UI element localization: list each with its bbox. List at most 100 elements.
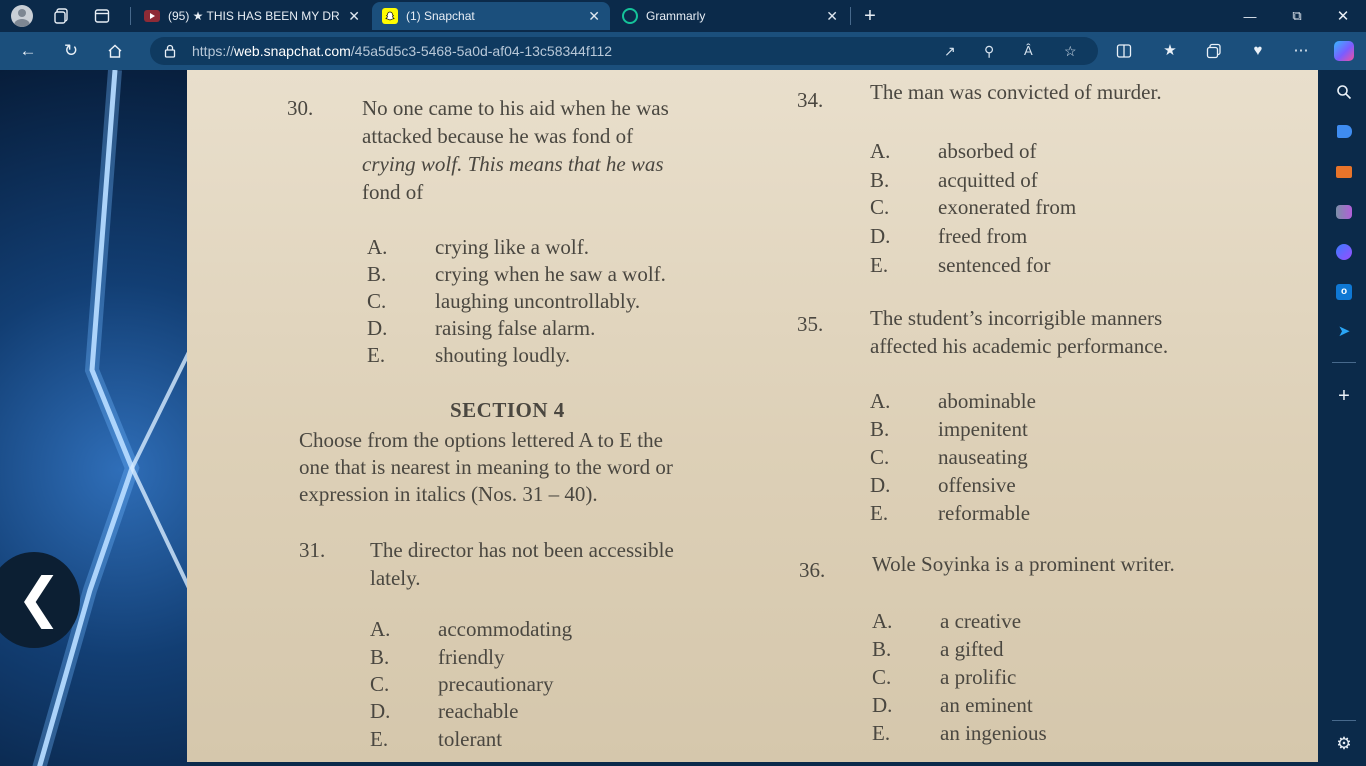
tab-grammarly[interactable]: Grammarly ✕ [612,2,848,30]
refresh-button[interactable]: ↻ [57,39,85,63]
answer-option: A. abominable [870,389,1036,413]
question-text-line: The director has not been accessible [370,538,674,562]
close-tab-icon[interactable]: ✕ [348,8,360,25]
favorites-icon[interactable]: ★ [1156,39,1184,63]
briefcase-icon[interactable] [1332,160,1356,184]
answer-option: E. reformable [870,501,1031,525]
snapchat-icon [382,8,398,24]
home-button[interactable] [101,39,129,63]
url-host: web.snapchat.com [234,43,351,59]
tab-divider [850,7,851,25]
tab-title: (1) Snapchat [406,9,475,23]
more-menu-icon[interactable]: ⋯ [1287,39,1315,63]
answer-option: D. an eminent [872,693,1033,717]
minimize-button[interactable]: — [1236,2,1264,30]
zoom-icon[interactable]: ⚲ [984,37,994,65]
answer-option: A. crying like a wolf. [367,235,589,259]
tab-bar: (95) ★ THIS HAS BEEN MY DREAM ✕ (1) Snap… [0,0,1366,32]
question-text-line: Wole Soyinka is a prominent writer. [872,552,1175,576]
question-text-line: crying wolf. This means that he was [362,152,664,176]
open-in-app-icon[interactable]: ↗ [944,37,956,65]
profile-avatar-icon[interactable] [8,2,36,30]
answer-option: C. nauseating [870,445,1028,469]
exam-page-photo: 30. No one came to his aid when he was a… [187,70,1322,762]
tab-divider [130,7,131,25]
back-button[interactable]: ← [14,39,42,63]
section-title: SECTION 4 [450,398,565,422]
question-text-line: No one came to his aid when he was [362,96,669,120]
tab-title: Grammarly [646,9,706,23]
url-field[interactable]: https://web.snapchat.com/45a5d5c3-5468-5… [150,37,1098,65]
url-prefix: https:// [192,43,235,59]
question-text-line: The man was convicted of murder. [870,80,1162,104]
browser-essentials-icon[interactable]: ♥ [1244,39,1272,63]
answer-option: E. sentenced for [870,253,1051,277]
split-screen-icon[interactable] [1110,39,1138,63]
tab-youtube[interactable]: (95) ★ THIS HAS BEEN MY DREAM ✕ [134,2,370,30]
answer-option: A. a creative [872,609,1022,633]
answer-option: B. friendly [370,645,505,669]
instruction-line: expression in italics (Nos. 31 – 40). [299,482,598,506]
restore-button[interactable]: ⧉ [1283,2,1311,30]
search-icon[interactable] [1332,80,1356,104]
answer-option: B. crying when he saw a wolf. [367,262,666,286]
answer-option: D. freed from [870,224,1028,248]
home-icon [108,44,122,58]
arrow-left-icon: ← [19,41,37,60]
address-bar-row: ← ↻ https://web.snapchat.com/45a5d5c3-54… [0,32,1366,70]
background-panel [0,70,192,766]
answer-option: C. precautionary [370,672,554,696]
answer-option: C. laughing uncontrollably. [367,289,641,313]
url-path: /45a5d5c3-5468-5a0d-af04-13c58344f112 [350,43,613,59]
settings-icon[interactable]: ⚙ [1332,732,1356,756]
grammarly-icon [622,8,638,24]
outlook-icon[interactable]: o [1332,280,1356,304]
new-tab-button[interactable]: + [856,2,884,30]
answer-option: D. reachable [370,699,519,723]
sidebar-divider [1332,362,1356,363]
read-aloud-icon[interactable]: Â [1024,37,1033,65]
answer-option: B. impenitent [870,417,1028,441]
answer-option: E. an ingenious [872,721,1047,745]
lock-icon [164,37,176,68]
question-text-line: attacked because he was fond of [362,124,634,148]
answer-option: D. raising false alarm. [367,316,596,340]
question-text-line: fond of [362,180,424,204]
question-number: 36. [799,558,826,582]
instruction-line: one that is nearest in meaning to the wo… [299,455,673,479]
light-streak-decoration [32,70,192,766]
answer-option: C. exonerated from [870,195,1077,219]
close-tab-icon[interactable]: ✕ [826,8,838,25]
close-tab-icon[interactable]: ✕ [588,8,600,25]
question-text-line: lately. [370,566,421,590]
question-text-line: The student’s incorrigible manners [870,306,1163,330]
favorite-star-icon[interactable]: ☆ [1064,37,1077,65]
tag-icon[interactable] [1332,120,1356,144]
add-icon[interactable]: + [1332,384,1356,408]
answer-option: D. offensive [870,473,1016,497]
chevron-left-icon: ❮ [16,568,62,628]
instruction-line: Choose from the options lettered A to E … [299,428,663,452]
copilot-app-icon[interactable] [1332,240,1356,264]
close-window-button[interactable]: ✕ [1329,2,1357,30]
games-icon[interactable] [1332,200,1356,224]
youtube-icon [144,10,160,22]
send-icon[interactable]: ➤ [1332,320,1356,344]
answer-option: E. tolerant [370,727,503,751]
refresh-icon: ↻ [63,41,79,60]
question-number: 30. [287,96,314,120]
answer-option: B. acquitted of [870,168,1038,192]
answer-option: B. a gifted [872,637,1004,661]
tab-actions-icon[interactable] [88,2,116,30]
tab-snapchat[interactable]: (1) Snapchat ✕ [372,2,610,30]
copilot-icon[interactable] [1330,39,1358,63]
page-content: 30. No one came to his aid when he was a… [0,70,1322,766]
answer-option: A. accommodating [370,617,573,641]
answer-option: E. shouting loudly. [367,343,571,367]
collections-icon[interactable] [1200,39,1228,63]
answer-option: A. absorbed of [870,139,1037,163]
question-number: 31. [299,538,326,562]
workspaces-icon[interactable] [48,2,76,30]
question-number: 35. [797,312,824,336]
edge-sidebar: o ➤ + ⚙ [1322,70,1366,766]
